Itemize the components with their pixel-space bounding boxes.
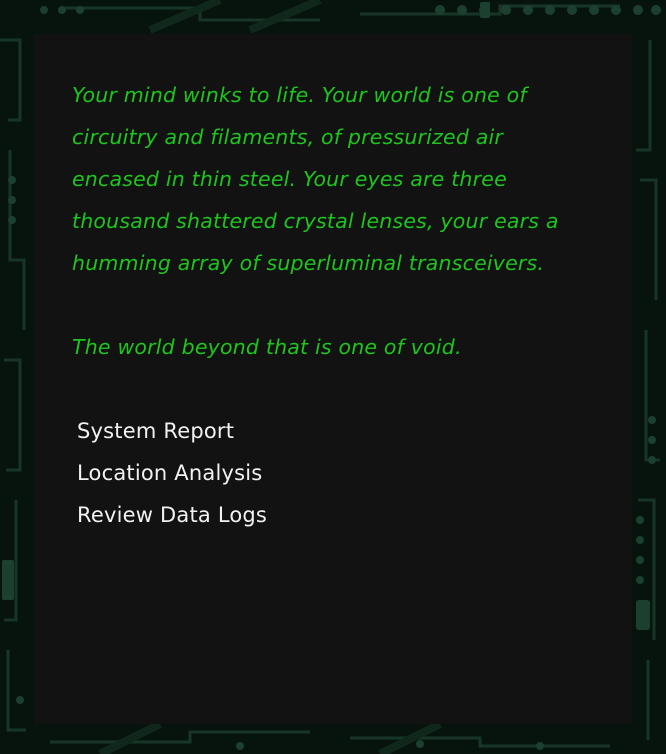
menu-item-system-report[interactable]: System Report (77, 410, 234, 452)
menu-item-location-analysis[interactable]: Location Analysis (77, 452, 262, 494)
choice-menu: System Report Location Analysis Review D… (72, 410, 594, 536)
menu-item-review-data-logs[interactable]: Review Data Logs (77, 494, 267, 536)
story-panel: Your mind winks to life. Your world is o… (34, 34, 632, 724)
narrative-paragraph: Your mind winks to life. Your world is o… (72, 83, 559, 275)
narrative-text: Your mind winks to life. Your world is o… (72, 74, 594, 368)
narrative-paragraph: The world beyond that is one of void. (72, 335, 462, 359)
